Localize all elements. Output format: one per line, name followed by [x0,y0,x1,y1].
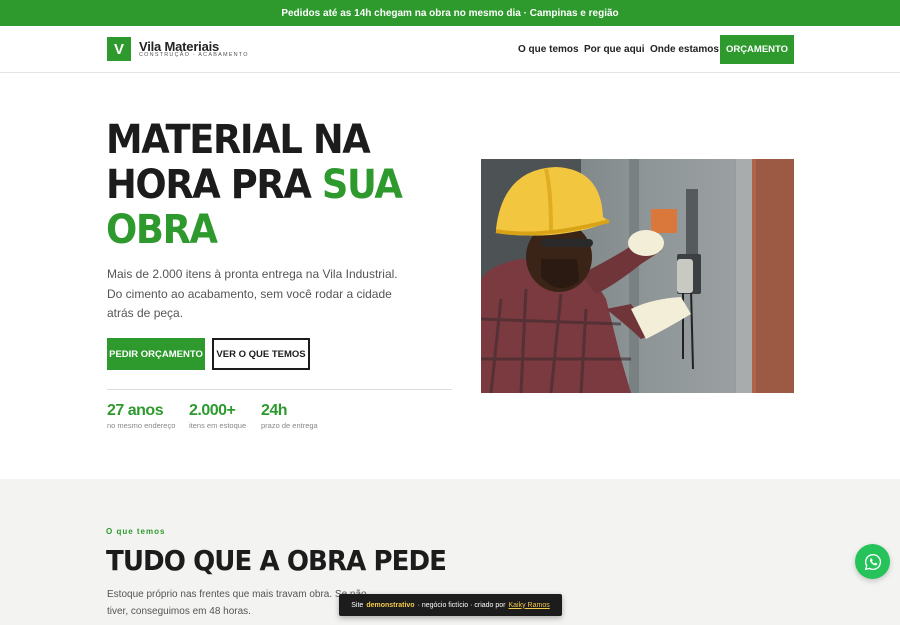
stat-anos: 27 anos no mesmo endereço [107,402,175,430]
hero-photo-electrician [481,159,794,393]
nav-link-onde-estamos[interactable]: Onde estamos [650,44,719,55]
announcement-text: Pedidos até as 14h chegam na obra no mes… [281,7,619,19]
author-link[interactable]: Kaiky Ramos [509,602,550,609]
stat-label: no mesmo endereço [107,421,176,430]
logo-tagline: CONSTRUÇÃO · ACABAMENTO [139,52,249,58]
hero-divider [107,389,452,390]
stat-itens: 2.000+ itens em estoque [189,402,246,430]
hero-description: Mais de 2.000 itens à pronta entrega na … [107,267,398,320]
demo-prefix: Site [351,601,364,609]
logo-mark[interactable]: V [107,37,131,61]
whatsapp-icon [864,553,881,570]
announcement-bar: Pedidos até as 14h chegam na obra no mes… [0,0,900,26]
main-navigation: V Vila Materiais CONSTRUÇÃO · ACABAMENTO… [0,26,900,73]
hero-title-line1: MATERIAL NA [106,117,371,163]
demo-notice-bar: Site demonstrativo · negócio fictício · … [339,594,562,616]
stat-value: 27 anos [107,402,164,419]
stat-label: itens em estoque [189,421,247,430]
hero-title-line3: OBRA [106,207,218,253]
section-title: TUDO QUE A OBRA PEDE [106,544,447,577]
demo-middle: · negócio fictício · criado por [417,601,506,609]
hero-title-highlight: SUA [321,162,403,208]
stat-prazo: 24h prazo de entrega [261,402,318,430]
demo-highlight: demonstrativo [366,601,415,609]
whatsapp-button[interactable] [855,544,890,579]
hero-title-line2: HORA PRA [106,162,322,208]
section-eyebrow: O que temos [106,527,166,536]
nav-orcamento-button[interactable]: ORÇAMENTO [720,35,794,64]
nav-link-o-que-temos[interactable]: O que temos [518,44,579,55]
hero-title: MATERIAL NA HORA PRA SUA OBRA [106,118,428,253]
ver-o-que-temos-button[interactable]: VER O QUE TEMOS [212,338,310,370]
stat-label: prazo de entrega [261,421,318,430]
pedir-orcamento-button[interactable]: PEDIR ORÇAMENTO [107,338,205,370]
section-description: Estoque próprio nas frentes que mais tra… [107,589,367,617]
stat-value: 2.000+ [189,402,236,419]
stat-value: 24h [261,402,288,419]
nav-link-por-que-aqui[interactable]: Por que aqui [584,44,645,55]
